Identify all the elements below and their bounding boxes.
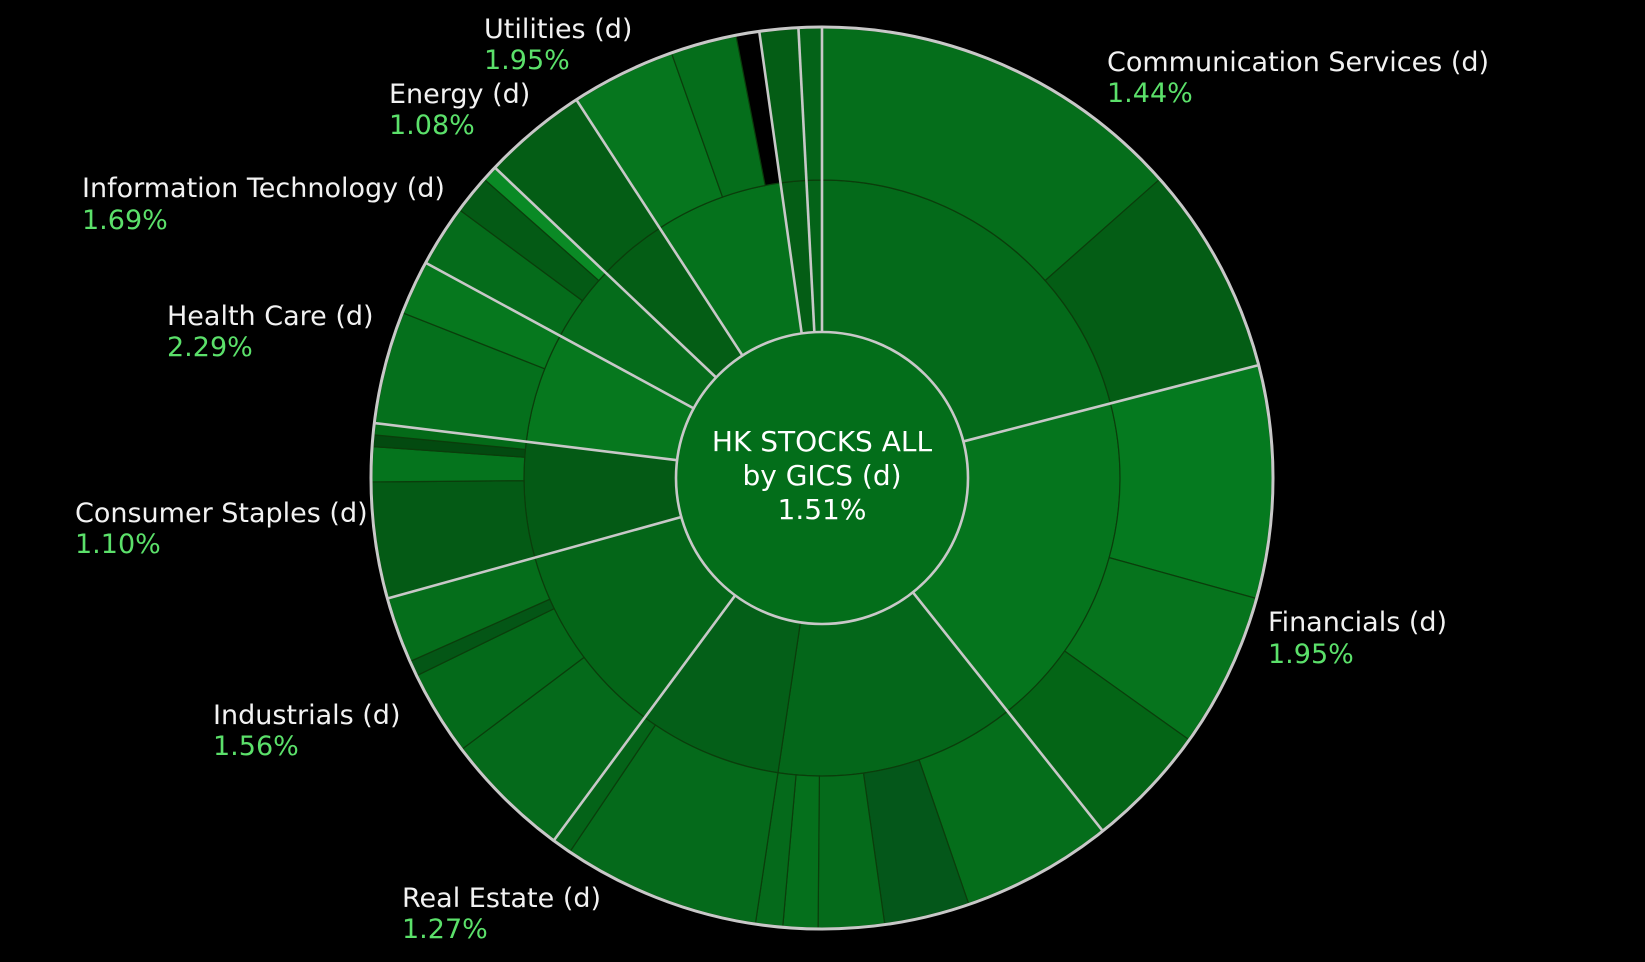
label-information-technology: Information Technology (d)	[82, 173, 445, 204]
label-utilities: Utilities (d)	[484, 14, 632, 45]
label-consumer-staples: Consumer Staples (d)	[75, 498, 368, 529]
sub-industry-segment-financials-0-0[interactable]	[1108, 364, 1273, 599]
sunburst-chart: HK STOCKS ALL by GICS (d) 1.51% Communic…	[75, 14, 1489, 945]
value-information-technology: 1.69%	[82, 205, 168, 236]
value-health-care: 2.29%	[167, 332, 253, 363]
label-energy: Energy (d)	[389, 79, 530, 110]
value-energy: 1.08%	[389, 110, 475, 141]
label-health-care: Health Care (d)	[167, 301, 374, 332]
value-financials: 1.95%	[1268, 639, 1354, 670]
center-subtitle: by GICS (d)	[742, 459, 901, 492]
value-consumer-staples: 1.10%	[75, 529, 161, 560]
center-title: HK STOCKS ALL	[712, 425, 933, 458]
value-industrials: 1.56%	[213, 731, 299, 762]
label-communication-services: Communication Services (d)	[1107, 47, 1489, 78]
value-utilities: 1.95%	[484, 45, 570, 76]
label-industrials: Industrials (d)	[213, 700, 400, 731]
value-communication-services: 1.44%	[1107, 78, 1193, 109]
label-financials: Financials (d)	[1268, 607, 1447, 638]
value-real-estate: 1.27%	[402, 914, 488, 945]
center-value: 1.51%	[778, 493, 867, 526]
label-real-estate: Real Estate (d)	[402, 883, 601, 914]
